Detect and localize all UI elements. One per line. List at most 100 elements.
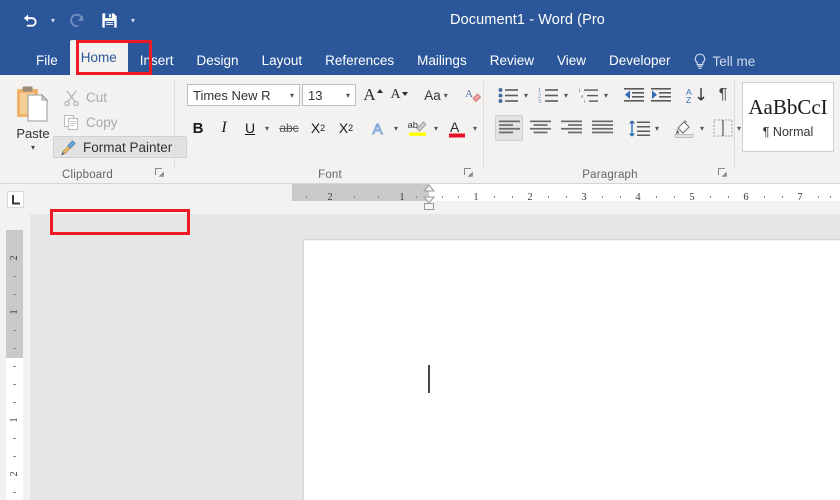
- tell-me-box[interactable]: Tell me: [693, 47, 755, 75]
- format-painter-button[interactable]: Format Painter: [53, 136, 187, 158]
- style-normal-sample: AaBbCcI: [748, 95, 828, 119]
- font-name-input[interactable]: Times New R ▾: [187, 84, 300, 106]
- subscript-button[interactable]: X2: [305, 115, 331, 141]
- indent-markers[interactable]: [422, 184, 436, 214]
- increase-indent-button[interactable]: [648, 83, 674, 107]
- svg-text:3: 3: [538, 99, 541, 104]
- superscript-button[interactable]: X2: [333, 115, 359, 141]
- redo-button[interactable]: [62, 5, 92, 35]
- shading-button[interactable]: [671, 115, 697, 141]
- text-effects-caret[interactable]: ▾: [390, 115, 402, 141]
- numbering-caret[interactable]: ▾: [560, 83, 572, 107]
- bold-button[interactable]: B: [187, 115, 209, 141]
- justify-button[interactable]: [588, 115, 616, 141]
- show-marks-button[interactable]: ¶: [711, 83, 735, 107]
- align-center-button[interactable]: [526, 115, 554, 141]
- clear-formatting-button[interactable]: A: [461, 83, 485, 107]
- hruler-tick-1L: 1: [399, 192, 405, 203]
- left-tab-icon: [11, 194, 20, 204]
- line-spacing-button[interactable]: [626, 115, 652, 141]
- group-font: Times New R ▾ 13 ▾ A A Aa ▾ A B I U ▾ ab…: [176, 75, 484, 183]
- underline-caret[interactable]: ▾: [261, 115, 273, 141]
- strikethrough-button[interactable]: abc: [275, 115, 303, 141]
- font-name-caret[interactable]: ▾: [290, 91, 299, 100]
- font-separator: [483, 81, 484, 169]
- text-highlight-caret[interactable]: ▾: [430, 115, 442, 141]
- font-color-button[interactable]: A: [444, 115, 470, 141]
- tab-developer[interactable]: Developer: [598, 47, 682, 75]
- italic-button[interactable]: I: [213, 115, 235, 141]
- vertical-ruler[interactable]: 2 1 1 2: [0, 214, 31, 500]
- cut-button[interactable]: Cut: [57, 86, 113, 108]
- paragraph-dialog-launcher[interactable]: [716, 167, 729, 180]
- tab-file[interactable]: File: [25, 47, 69, 75]
- word-window: ▾ ▾ Document1 - Word (Pro File Home Inse…: [0, 0, 840, 500]
- tab-selector-button[interactable]: [0, 184, 31, 215]
- style-normal-button[interactable]: AaBbCcI ¶ Normal: [742, 82, 834, 152]
- text-cursor: [428, 365, 430, 393]
- copy-button[interactable]: Copy: [57, 111, 124, 133]
- bullets-caret[interactable]: ▾: [520, 83, 532, 107]
- undo-dropdown-caret[interactable]: ▾: [46, 5, 60, 35]
- change-case-button[interactable]: Aa ▾: [419, 83, 453, 107]
- decrease-indent-button[interactable]: [621, 83, 647, 107]
- bullets-button[interactable]: [495, 83, 521, 107]
- paste-button[interactable]: Paste ▾: [6, 83, 60, 161]
- page-top-edge: [304, 240, 840, 241]
- line-spacing-caret[interactable]: ▾: [651, 115, 663, 141]
- align-left-button[interactable]: [495, 115, 523, 141]
- lightbulb-icon: [694, 53, 705, 69]
- bold-label: B: [192, 119, 204, 137]
- document-page[interactable]: [304, 240, 840, 500]
- clipboard-dialog-launcher[interactable]: [153, 167, 166, 180]
- text-effects-button[interactable]: A: [367, 115, 391, 141]
- text-effects-icon: A: [372, 120, 383, 138]
- tab-view[interactable]: View: [546, 47, 597, 75]
- numbering-button[interactable]: 1 2 3: [535, 83, 561, 107]
- font-size-caret[interactable]: ▾: [346, 91, 355, 100]
- tab-home[interactable]: Home: [69, 40, 128, 75]
- undo-button[interactable]: [14, 5, 44, 35]
- align-left-icon: [498, 120, 520, 134]
- hruler-tick-7: 7: [797, 192, 803, 203]
- customize-quick-access-caret[interactable]: ▾: [126, 5, 140, 35]
- tab-review[interactable]: Review: [479, 47, 545, 75]
- shrink-font-button[interactable]: A: [387, 83, 411, 107]
- font-color-caret[interactable]: ▾: [469, 115, 481, 141]
- change-case-label: Aa: [424, 87, 441, 103]
- cut-label: Cut: [86, 89, 108, 105]
- clear-formatting-icon: A: [465, 88, 482, 103]
- change-case-caret[interactable]: ▾: [444, 91, 448, 100]
- group-styles: AaBbCcI ¶ Normal: [736, 75, 840, 183]
- sort-button[interactable]: A Z: [683, 83, 709, 107]
- underline-button[interactable]: U: [239, 115, 261, 141]
- dialog-launcher-icon: [155, 168, 164, 177]
- svg-text:Z: Z: [686, 95, 691, 104]
- save-button[interactable]: [94, 5, 124, 35]
- multilevel-list-button[interactable]: 1 a i: [575, 83, 601, 107]
- tab-layout[interactable]: Layout: [251, 47, 314, 75]
- hruler-tick-2L: 2: [327, 192, 333, 203]
- hruler-tick-1: 1: [473, 192, 479, 203]
- hruler-tick-2: 2: [527, 192, 533, 203]
- svg-text:i: i: [584, 99, 586, 104]
- font-dialog-launcher[interactable]: [462, 167, 475, 180]
- text-highlight-button[interactable]: ab: [405, 115, 431, 141]
- paste-dropdown-caret[interactable]: ▾: [31, 143, 35, 152]
- align-right-icon: [560, 120, 582, 134]
- align-right-button[interactable]: [557, 115, 585, 141]
- tab-design[interactable]: Design: [186, 47, 250, 75]
- shading-caret[interactable]: ▾: [696, 115, 708, 141]
- tab-mailings[interactable]: Mailings: [406, 47, 478, 75]
- horizontal-ruler[interactable]: 2 1 1 2 3 4 5 6 7: [30, 184, 840, 214]
- tab-insert[interactable]: Insert: [129, 47, 185, 75]
- decrease-indent-icon: [624, 88, 644, 102]
- hruler-tick-4: 4: [635, 192, 641, 203]
- document-workspace[interactable]: [31, 214, 840, 500]
- align-center-icon: [529, 120, 551, 134]
- tab-references[interactable]: References: [314, 47, 405, 75]
- svg-text:A: A: [450, 119, 460, 135]
- multilevel-list-caret[interactable]: ▾: [600, 83, 612, 107]
- grow-font-button[interactable]: A: [361, 83, 385, 107]
- font-size-input[interactable]: 13 ▾: [302, 84, 356, 106]
